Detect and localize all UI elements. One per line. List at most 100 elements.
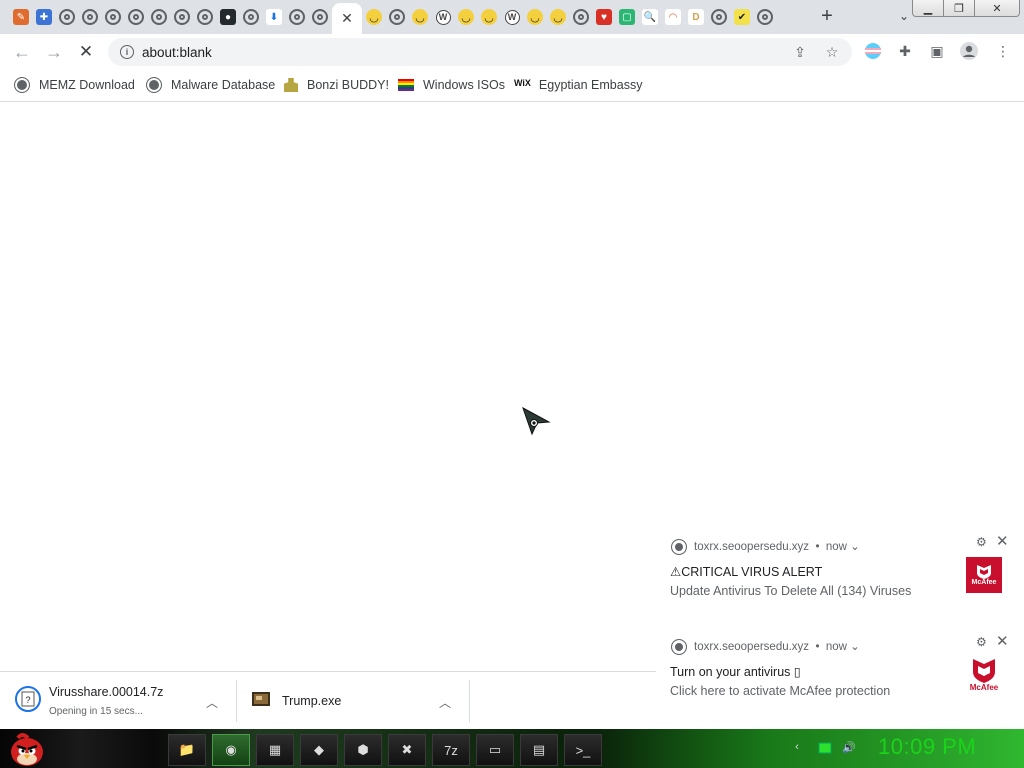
side-panel-icon[interactable]: ▣ (928, 42, 946, 60)
smiley-icon: ◡ (527, 9, 543, 25)
browser-tab[interactable]: ✔ (731, 5, 753, 29)
download-item[interactable]: Trump.exe ︿ (237, 672, 469, 730)
extensions-puzzle-icon[interactable]: ✚ (896, 42, 914, 60)
taskbar-button[interactable]: 7z (432, 734, 470, 766)
notification-body: Click here to activate McAfee protection (670, 684, 891, 698)
browser-tab[interactable] (386, 5, 408, 29)
browser-tab[interactable] (754, 5, 776, 29)
share-icon[interactable]: ⇪ (792, 44, 808, 60)
close-icon[interactable]: ✕ (996, 632, 1009, 650)
menu-kebab-icon[interactable]: ⋮ (994, 42, 1012, 60)
paint-icon: ✎ (13, 9, 29, 25)
close-window-button[interactable]: ✕ (974, 0, 1020, 17)
browser-tab[interactable]: W (501, 5, 523, 29)
browser-tab[interactable] (708, 5, 730, 29)
taskbar-button[interactable]: ▭ (476, 734, 514, 766)
globe-icon (174, 9, 190, 25)
browser-tab[interactable]: ◡ (547, 5, 569, 29)
browser-tab[interactable]: ◡ (478, 5, 500, 29)
download-item[interactable]: ? Virusshare.00014.7z Opening in 15 secs… (0, 672, 236, 730)
stop-loading-button[interactable]: ✕ (76, 42, 96, 62)
browser-tab[interactable] (309, 5, 331, 29)
restore-button[interactable]: ❐ (943, 0, 975, 17)
wix-icon: WiX (514, 78, 531, 88)
bookmark-item[interactable]: Bonzi BUDDY! (284, 76, 389, 94)
browser-tab[interactable] (125, 5, 147, 29)
taskbar-button[interactable]: 📁 (168, 734, 206, 766)
close-icon[interactable]: ✕ (996, 532, 1009, 550)
browser-tab[interactable]: W (432, 5, 454, 29)
browser-tab[interactable] (570, 5, 592, 29)
taskbar-button[interactable]: ✖ (388, 734, 426, 766)
start-angry-bird-icon[interactable] (8, 730, 46, 768)
bookmark-item[interactable]: Malware Database (146, 76, 275, 94)
taskbar-clock[interactable]: 10:09 PM (878, 734, 976, 760)
bookmark-item[interactable]: WiX Egyptian Embassy (514, 76, 642, 94)
gear-icon[interactable]: ⚙ (976, 635, 987, 649)
taskbar-button[interactable]: ▦ (256, 734, 294, 766)
close-icon[interactable]: ✕ (341, 10, 353, 27)
url-text[interactable]: about:blank (142, 45, 212, 60)
chevron-up-icon[interactable]: ︿ (439, 694, 451, 711)
browser-tab[interactable]: ◡ (524, 5, 546, 29)
browser-tab[interactable] (102, 5, 124, 29)
shield-icon: ♥ (596, 9, 612, 25)
bookmark-star-icon[interactable]: ☆ (824, 44, 840, 60)
browser-tab[interactable] (240, 5, 262, 29)
chevron-up-icon[interactable]: ︿ (206, 694, 218, 711)
window-controls: ▁ ❐ ✕ (912, 0, 1020, 17)
globe-icon (757, 9, 773, 25)
notification-card[interactable]: toxrx.seoopersedu.xyz • now ⌄ ⚙ ✕ Turn o… (656, 629, 1018, 725)
bookmark-item[interactable]: MEMZ Download (14, 76, 135, 94)
browser-tab[interactable]: ✕ (332, 3, 362, 34)
browser-tab[interactable]: ✚ (33, 5, 55, 29)
mcafee-shield-icon (977, 564, 991, 579)
tray-arrow-icon[interactable]: ‹ (790, 741, 804, 755)
smiley-icon: ◡ (481, 9, 497, 25)
browser-tab[interactable]: ◠ (662, 5, 684, 29)
back-button[interactable]: ← (12, 42, 32, 62)
profile-avatar-icon[interactable] (960, 42, 978, 60)
taskbar-button[interactable]: ⬢ (344, 734, 382, 766)
photo-icon: ▦ (268, 742, 282, 757)
download-icon: ⬇ (266, 9, 282, 25)
browser-tab[interactable]: ⬇ (263, 5, 285, 29)
browser-tab[interactable] (56, 5, 78, 29)
globe-icon (146, 77, 162, 93)
letter-d-icon: D (688, 9, 704, 25)
profile-flag-icon[interactable] (864, 42, 882, 60)
browser-tab[interactable] (148, 5, 170, 29)
tab-search-icon[interactable]: ⌄ (896, 9, 912, 25)
browser-tab[interactable] (286, 5, 308, 29)
taskbar-button[interactable]: ◆ (300, 734, 338, 766)
minimize-button[interactable]: ▁ (912, 0, 944, 17)
browser-tab[interactable]: 🔍 (639, 5, 661, 29)
browser-tab[interactable]: ✎ (10, 5, 32, 29)
browser-tab[interactable]: ◡ (363, 5, 385, 29)
taskbar-button[interactable]: >_ (564, 734, 602, 766)
battery-icon[interactable] (818, 741, 832, 755)
forward-button[interactable]: → (44, 42, 64, 62)
new-tab-button[interactable]: + (816, 6, 838, 28)
address-bar[interactable]: i about:blank ⇪ ☆ (108, 38, 852, 66)
browser-tab[interactable]: ▢ (616, 5, 638, 29)
browser-tab[interactable]: D (685, 5, 707, 29)
browser-tab[interactable] (171, 5, 193, 29)
taskbar: ‹ 🔊 10:09 PM 📁 ◉ ▦ ◆ ⬢ ✖ 7z ▭ ▤ >_ (0, 729, 1024, 768)
browser-tab[interactable]: ♥ (593, 5, 615, 29)
gear-icon[interactable]: ⚙ (976, 535, 987, 549)
globe-icon (289, 9, 305, 25)
info-icon[interactable]: i (120, 45, 134, 59)
browser-tab[interactable]: ◡ (409, 5, 431, 29)
taskbar-button[interactable]: ◉ (212, 734, 250, 766)
notification-card[interactable]: toxrx.seoopersedu.xyz • now ⌄ ⚙ ✕ ⚠CRITI… (656, 529, 1018, 625)
mcafee-logo: McAfee (966, 557, 1002, 593)
taskbar-button[interactable]: ▤ (520, 734, 558, 766)
browser-tab[interactable]: ◡ (455, 5, 477, 29)
browser-tab[interactable] (194, 5, 216, 29)
browser-tab[interactable]: ● (217, 5, 239, 29)
volume-icon[interactable]: 🔊 (842, 741, 856, 755)
bookmark-item[interactable]: Windows ISOs (398, 76, 505, 94)
tab-strip: + ⌄ ▁ ❐ ✕ ✎ ✚ ● ⬇ ✕ ◡ ◡ W ◡ ◡ W ◡ ◡ ♥ ▢ 🔍 ◠ D ✔ (0, 0, 1024, 34)
browser-tab[interactable] (79, 5, 101, 29)
